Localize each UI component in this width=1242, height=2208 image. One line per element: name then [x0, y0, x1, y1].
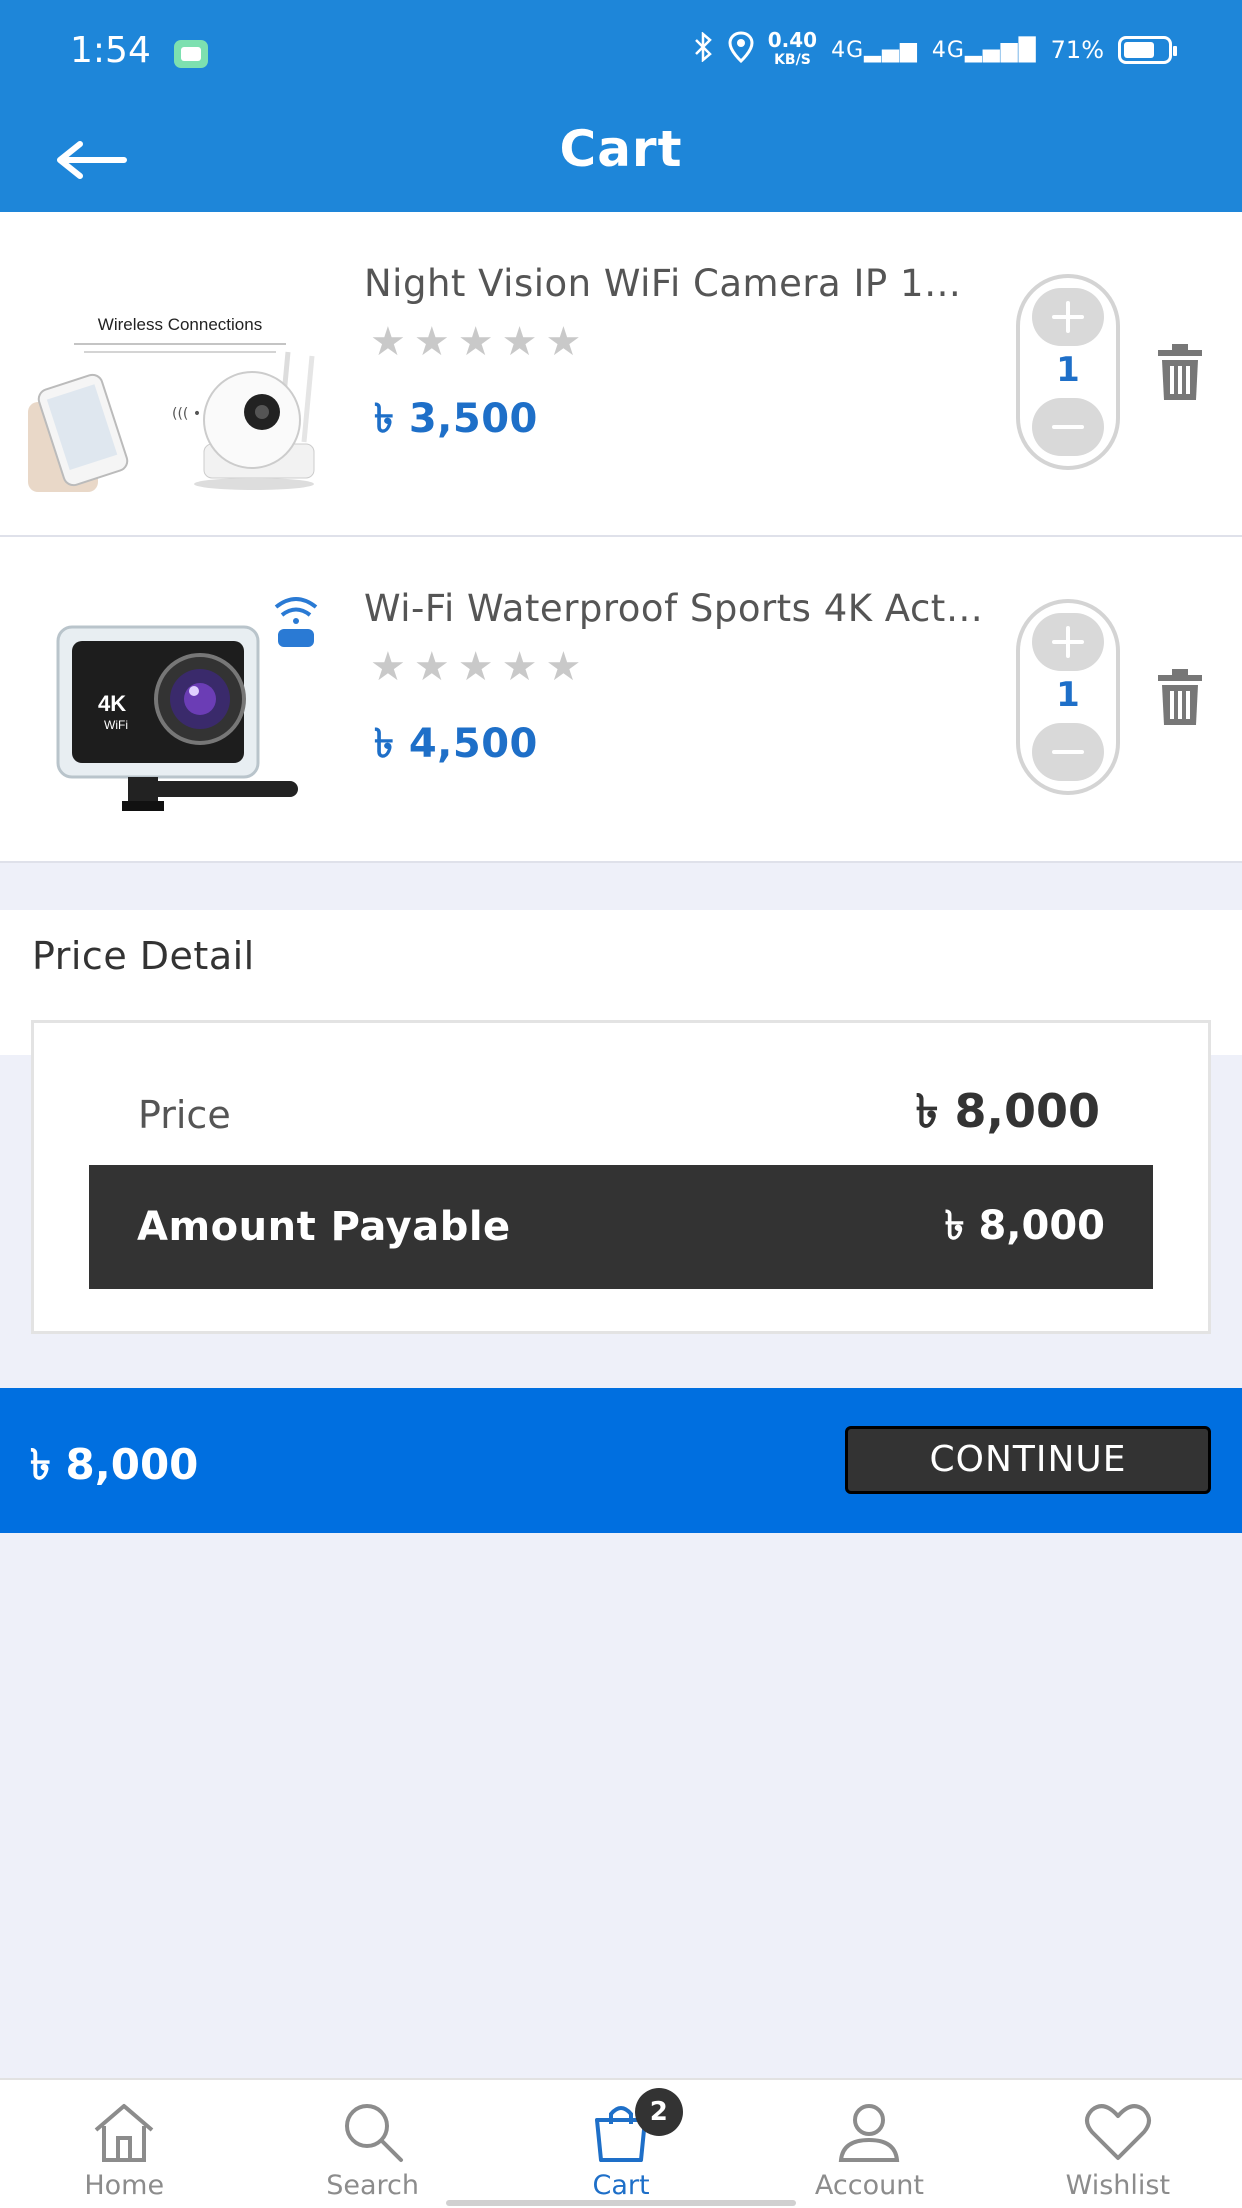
- amount-payable-value: ৳ 8,000: [944, 1202, 1105, 1249]
- app-bar: Cart: [0, 110, 1242, 212]
- star-icon: ★: [457, 644, 494, 690]
- star-icon: ★: [545, 644, 582, 690]
- signal-2: 4G▂▄▆█: [932, 38, 1037, 63]
- quantity-value: 1: [1056, 675, 1080, 715]
- quantity-stepper: 1: [1016, 274, 1120, 470]
- nav-label-home: Home: [84, 2170, 165, 2201]
- product-name[interactable]: Wi-Fi Waterproof Sports 4K Action Camera: [364, 587, 984, 630]
- minus-icon: [1052, 425, 1084, 429]
- star-icon: ★: [370, 319, 406, 365]
- search-icon: [344, 2104, 403, 2162]
- price-summary-card: Price ৳ 8,000 Amount Payable ৳ 8,000: [31, 1020, 1211, 1334]
- thumb-caption: Wireless Connections: [98, 315, 262, 334]
- status-bar: 1:54 0.40 KB/S 4G▂▄▆ 4G▂▄▆█ 71%: [0, 0, 1242, 110]
- cart-list: Wireless Connections ((( • ))) Night Vis…: [0, 212, 1242, 863]
- network-type-1: 4G: [831, 37, 865, 63]
- plus-icon: [1052, 626, 1084, 658]
- delete-item-button[interactable]: [1156, 342, 1204, 402]
- rating-stars: ★ ★ ★ ★ ★: [370, 322, 581, 362]
- star-icon: ★: [413, 644, 450, 690]
- delete-item-button[interactable]: [1156, 667, 1204, 727]
- product-image-action-camera[interactable]: 4K WiFi: [14, 577, 334, 817]
- heart-icon: [1084, 2104, 1151, 2160]
- cart-item[interactable]: 4K WiFi Wi-Fi Waterproof Sports 4K Actio…: [0, 537, 1242, 863]
- account-icon: [839, 2104, 900, 2162]
- star-icon: ★: [370, 644, 406, 690]
- home-indicator: [446, 2200, 796, 2206]
- increase-quantity-button[interactable]: [1032, 288, 1104, 346]
- location-icon: [728, 31, 754, 69]
- thumb-sub: WiFi: [104, 718, 128, 732]
- battery-percent: 71%: [1050, 36, 1104, 64]
- product-name[interactable]: Night Vision WiFi Camera IP 1080P HD: [364, 262, 984, 305]
- wifi-icon: [274, 597, 318, 624]
- star-icon: ★: [545, 319, 582, 365]
- nav-item-search[interactable]: Search: [248, 2080, 496, 2208]
- trash-icon: [1158, 344, 1202, 400]
- star-icon: ★: [413, 319, 450, 365]
- network-speed: 0.40 KB/S: [768, 30, 817, 70]
- increase-quantity-button[interactable]: [1032, 613, 1104, 671]
- cart-item[interactable]: Wireless Connections ((( • ))) Night Vis…: [0, 212, 1242, 537]
- trash-icon: [1158, 669, 1202, 725]
- nav-item-account[interactable]: Account: [745, 2080, 993, 2208]
- checkout-total: ৳ 8,000: [30, 1440, 199, 1489]
- price-row: Price ৳ 8,000: [138, 1077, 1100, 1153]
- speed-value: 0.40: [767, 28, 818, 52]
- home-icon: [94, 2104, 154, 2162]
- star-icon: ★: [501, 644, 538, 690]
- minus-icon: [1052, 750, 1084, 754]
- battery-icon: [1118, 36, 1177, 64]
- thumb-badge: 4K: [98, 691, 126, 716]
- page-title: Cart: [559, 120, 683, 178]
- checkout-bar: ৳ 8,000 CONTINUE: [0, 1388, 1242, 1533]
- status-indicators: 0.40 KB/S 4G▂▄▆ 4G▂▄▆█ 71%: [692, 30, 1177, 70]
- price-detail-title: Price Detail: [32, 934, 255, 978]
- product-price: ৳ 4,500: [374, 721, 538, 767]
- product-price: ৳ 3,500: [374, 396, 538, 442]
- decrease-quantity-button[interactable]: [1032, 398, 1104, 456]
- notification-app-icon: [174, 40, 208, 68]
- product-image-ip-camera[interactable]: Wireless Connections ((( • ))): [14, 252, 334, 492]
- signal-1: 4G▂▄▆: [831, 38, 918, 63]
- nav-label-search: Search: [326, 2170, 419, 2201]
- nav-item-cart[interactable]: Cart 2: [497, 2080, 745, 2208]
- network-type-2: 4G: [931, 37, 965, 63]
- price-value: ৳ 8,000: [915, 1084, 1100, 1138]
- continue-button[interactable]: CONTINUE: [845, 1426, 1211, 1494]
- quantity-stepper: 1: [1016, 599, 1120, 795]
- nav-label-cart: Cart: [592, 2170, 650, 2201]
- nav-item-wishlist[interactable]: Wishlist: [994, 2080, 1242, 2208]
- star-icon: ★: [501, 319, 538, 365]
- nav-item-home[interactable]: Home: [0, 2080, 248, 2208]
- cart-count-badge: 2: [634, 2088, 683, 2136]
- bottom-navigation: Home Search Cart 2 Account Wishlist: [0, 2078, 1242, 2208]
- price-label: Price: [138, 1093, 231, 1137]
- nav-label-account: Account: [814, 2170, 924, 2201]
- signal-bars-icon: ▂▄▆: [864, 37, 918, 63]
- nav-label-wishlist: Wishlist: [1065, 2170, 1171, 2201]
- plus-icon: [1052, 301, 1084, 333]
- quantity-value: 1: [1056, 350, 1080, 390]
- signal-bars-icon: ▂▄▆█: [964, 37, 1037, 63]
- speed-unit: KB/S: [774, 52, 811, 68]
- bluetooth-icon: [692, 31, 714, 68]
- star-icon: ★: [457, 319, 494, 365]
- status-time: 1:54: [70, 30, 151, 71]
- decrease-quantity-button[interactable]: [1032, 723, 1104, 781]
- amount-payable-row: Amount Payable ৳ 8,000: [89, 1165, 1153, 1289]
- amount-payable-label: Amount Payable: [137, 1204, 511, 1250]
- rating-stars: ★ ★ ★ ★ ★: [370, 647, 581, 687]
